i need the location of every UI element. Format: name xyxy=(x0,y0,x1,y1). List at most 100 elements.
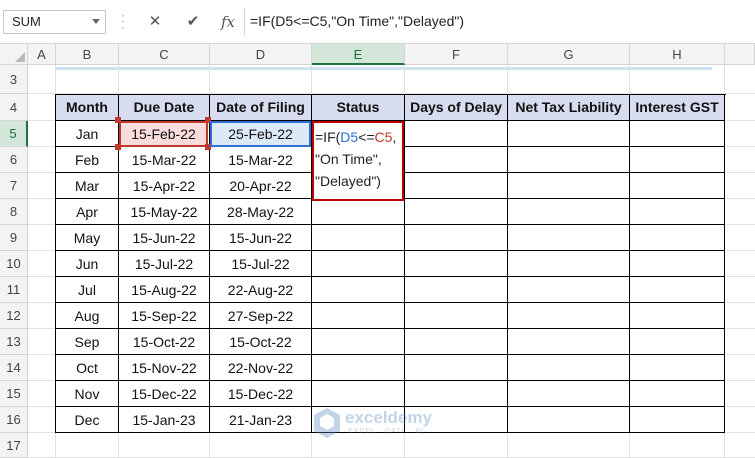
table-cell[interactable]: Apr xyxy=(56,199,119,225)
table-cell[interactable] xyxy=(405,381,508,407)
table-header-cell[interactable]: Days of Delay xyxy=(405,95,508,121)
table-cell[interactable]: Jun xyxy=(56,251,119,277)
row-header-14[interactable]: 14 xyxy=(0,355,28,381)
table-cell[interactable] xyxy=(508,173,630,199)
formula-input[interactable]: =IF(D5<=C5,"On Time","Delayed") xyxy=(250,10,750,34)
table-cell[interactable]: 15-Jan-23 xyxy=(119,407,210,433)
table-cell[interactable]: 21-Jan-23 xyxy=(210,407,312,433)
row-header-4[interactable]: 4 xyxy=(0,94,28,121)
column-header-e[interactable]: E xyxy=(312,44,405,65)
column-header-d[interactable]: D xyxy=(210,44,312,65)
table-cell[interactable] xyxy=(508,355,630,381)
table-cell[interactable]: 22-Aug-22 xyxy=(210,277,312,303)
name-box[interactable]: SUM xyxy=(3,10,106,34)
table-cell[interactable]: 15-Dec-22 xyxy=(119,381,210,407)
table-cell[interactable] xyxy=(508,329,630,355)
table-cell[interactable]: 15-Jul-22 xyxy=(210,251,312,277)
table-cell[interactable] xyxy=(508,381,630,407)
table-cell[interactable]: 15-Jun-22 xyxy=(210,225,312,251)
table-cell[interactable] xyxy=(312,277,405,303)
table-cell[interactable]: 15-Dec-22 xyxy=(210,381,312,407)
table-cell[interactable] xyxy=(405,355,508,381)
table-cell[interactable] xyxy=(405,225,508,251)
table-cell[interactable]: 15-Mar-22 xyxy=(119,147,210,173)
table-cell[interactable] xyxy=(312,355,405,381)
table-cell[interactable] xyxy=(312,329,405,355)
table-cell[interactable] xyxy=(405,329,508,355)
table-header-cell[interactable]: Due Date xyxy=(119,95,210,121)
table-cell[interactable] xyxy=(630,381,725,407)
row-header-11[interactable]: 11 xyxy=(0,277,28,303)
column-header-f[interactable]: F xyxy=(405,44,508,65)
table-cell[interactable]: Feb xyxy=(56,147,119,173)
row-header-10[interactable]: 10 xyxy=(0,251,28,277)
table-cell[interactable] xyxy=(630,407,725,433)
table-cell[interactable] xyxy=(508,407,630,433)
column-header-b[interactable]: B xyxy=(56,44,119,65)
table-cell[interactable] xyxy=(630,277,725,303)
row-header-13[interactable]: 13 xyxy=(0,329,28,355)
table-cell[interactable]: 15-Mar-22 xyxy=(210,147,312,173)
table-cell[interactable]: Jul xyxy=(56,277,119,303)
table-cell[interactable] xyxy=(405,251,508,277)
insert-function-icon[interactable]: fx xyxy=(215,10,241,34)
row-header-16[interactable]: 16 xyxy=(0,407,28,433)
table-cell[interactable]: Dec xyxy=(56,407,119,433)
row-header-6[interactable]: 6 xyxy=(0,147,28,173)
cancel-icon[interactable]: ✕ xyxy=(142,10,168,34)
table-header-cell[interactable]: Interest GST xyxy=(630,95,725,121)
table-cell[interactable] xyxy=(630,121,725,147)
table-cell[interactable]: Aug xyxy=(56,303,119,329)
table-cell[interactable]: Mar xyxy=(56,173,119,199)
column-header-h[interactable]: H xyxy=(630,44,725,65)
table-cell[interactable] xyxy=(508,251,630,277)
table-cell[interactable] xyxy=(405,121,508,147)
table-cell[interactable] xyxy=(405,277,508,303)
row-header-5[interactable]: 5 xyxy=(0,121,28,147)
table-cell[interactable] xyxy=(508,303,630,329)
enter-icon[interactable]: ✔ xyxy=(180,10,206,34)
row-header-9[interactable]: 9 xyxy=(0,225,28,251)
table-cell[interactable] xyxy=(312,303,405,329)
edit-cell-e5[interactable]: =IF(D5<=C5, "On Time", "Delayed") xyxy=(312,121,404,201)
table-cell[interactable] xyxy=(405,303,508,329)
table-cell[interactable]: 28-May-22 xyxy=(210,199,312,225)
table-cell[interactable] xyxy=(312,251,405,277)
table-cell[interactable] xyxy=(508,121,630,147)
table-cell[interactable]: 27-Sep-22 xyxy=(210,303,312,329)
table-cell[interactable]: Jan xyxy=(56,121,119,147)
table-cell[interactable] xyxy=(405,173,508,199)
table-cell[interactable] xyxy=(630,225,725,251)
row-header-3[interactable]: 3 xyxy=(0,65,28,94)
table-header-cell[interactable]: Net Tax Liability xyxy=(508,95,630,121)
cell-c5-value[interactable]: 15-Feb-22 xyxy=(119,121,208,147)
table-header-cell[interactable]: Date of Filing xyxy=(210,95,312,121)
table-cell[interactable] xyxy=(630,199,725,225)
table-cell[interactable]: 15-Sep-22 xyxy=(119,303,210,329)
table-cell[interactable]: 22-Nov-22 xyxy=(210,355,312,381)
table-cell[interactable] xyxy=(508,225,630,251)
table-cell[interactable]: 20-Apr-22 xyxy=(210,173,312,199)
table-cell[interactable] xyxy=(312,199,405,225)
table-cell[interactable] xyxy=(630,355,725,381)
table-cell[interactable]: 15-Jul-22 xyxy=(119,251,210,277)
table-cell[interactable] xyxy=(312,225,405,251)
select-all-button[interactable] xyxy=(0,44,28,65)
table-cell[interactable]: 15-Nov-22 xyxy=(119,355,210,381)
table-cell[interactable]: 15-Apr-22 xyxy=(119,173,210,199)
row-header-8[interactable]: 8 xyxy=(0,199,28,225)
table-cell[interactable] xyxy=(312,381,405,407)
table-header-cell[interactable]: Status xyxy=(312,95,405,121)
table-cell[interactable] xyxy=(630,147,725,173)
table-cell[interactable] xyxy=(630,251,725,277)
column-header-g[interactable]: G xyxy=(508,44,630,65)
column-header-c[interactable]: C xyxy=(119,44,210,65)
table-cell[interactable] xyxy=(630,303,725,329)
table-cell[interactable]: 15-May-22 xyxy=(119,199,210,225)
table-cell[interactable] xyxy=(405,199,508,225)
table-cell[interactable]: 15-Oct-22 xyxy=(119,329,210,355)
table-cell[interactable]: 15-Aug-22 xyxy=(119,277,210,303)
table-header-cell[interactable]: Month xyxy=(56,95,119,121)
row-header-12[interactable]: 12 xyxy=(0,303,28,329)
table-cell[interactable] xyxy=(405,147,508,173)
